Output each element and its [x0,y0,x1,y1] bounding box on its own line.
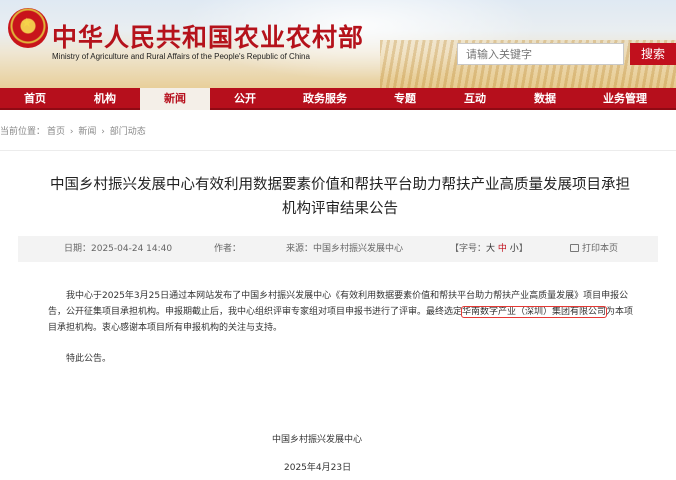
breadcrumb-label: 当前位置： [0,127,46,137]
nav-item-services[interactable]: 政务服务 [280,88,370,110]
site-banner: ★ 中华人民共和国农业农村部 Ministry of Agriculture a… [0,0,676,88]
article-title-line1: 中国乡村振兴发展中心有效利用数据要素价值和帮扶平台助力帮扶产业高质量发展项目承担 [50,177,630,193]
printer-icon [570,244,579,252]
print-label: 打印本页 [582,244,619,254]
breadcrumb-dept-news[interactable]: 部门动态 [110,127,146,137]
breadcrumb-home[interactable]: 首页 [47,127,65,137]
site-title[interactable]: 中华人民共和国农业农村部 [52,18,364,54]
nav-item-topics[interactable]: 专题 [370,88,440,110]
breadcrumb-news[interactable]: 新闻 [78,127,96,137]
breadcrumb-separator: › [69,127,74,137]
article-paragraph: 我中心于2025年3月25日通过本网站发布了中国乡村振兴发展中心《有效利用数据要… [48,288,638,336]
article-title-line2: 机构评审结果公告 [282,201,398,217]
article-source: 来源：中国乡村振兴发展中心 [286,244,404,254]
notice-text: 特此公告。 [66,354,112,364]
nav-item-data[interactable]: 数据 [510,88,580,110]
divider [0,150,676,151]
font-size-label: 【字号： [450,244,487,254]
emblem-star-icon: ★ [21,16,33,31]
breadcrumb: 当前位置： 首页 › 新闻 › 部门动态 [0,124,148,137]
article-body: 我中心于2025年3月25日通过本网站发布了中国乡村振兴发展中心《有效利用数据要… [48,288,638,336]
main-nav: 首页 机构 新闻 公开 政务服务 专题 互动 数据 业务管理 [0,88,676,110]
breadcrumb-separator: › [101,127,105,137]
font-size-control: 【字号：大 中 小】 [450,236,528,262]
search-button[interactable]: 搜索 [630,43,676,65]
site-subtitle-en: Ministry of Agriculture and Rural Affair… [52,52,310,61]
signature-organization: 中国乡村振兴发展中心 [272,435,363,445]
font-size-small-button[interactable]: 小 [510,244,519,254]
nav-item-business[interactable]: 业务管理 [580,88,670,110]
highlighted-company-name: 华南数字产业（深圳）集团有限公司 [461,306,608,318]
article-author: 作者： [214,244,242,254]
nav-item-news[interactable]: 新闻 [140,88,210,110]
national-emblem-icon: ★ [8,8,48,48]
font-size-bracket: 】 [518,244,528,254]
font-size-large-button[interactable]: 大 [486,244,495,254]
nav-item-home[interactable]: 首页 [0,88,70,110]
article-meta-bar: 日期：2025-04-24 14:40 作者： 来源：中国乡村振兴发展中心 【字… [18,236,658,262]
nav-item-organizations[interactable]: 机构 [70,88,140,110]
article-title: 中国乡村振兴发展中心有效利用数据要素价值和帮扶平台助力帮扶产业高质量发展项目承担… [30,173,650,221]
print-button[interactable]: 打印本页 [570,236,618,262]
search-input[interactable] [457,43,624,65]
font-size-medium-button[interactable]: 中 [498,244,507,254]
nav-item-interaction[interactable]: 互动 [440,88,510,110]
article-date: 日期：2025-04-24 14:40 [64,244,173,254]
signature-date: 2025年4月23日 [284,463,352,473]
nav-item-public[interactable]: 公开 [210,88,280,110]
